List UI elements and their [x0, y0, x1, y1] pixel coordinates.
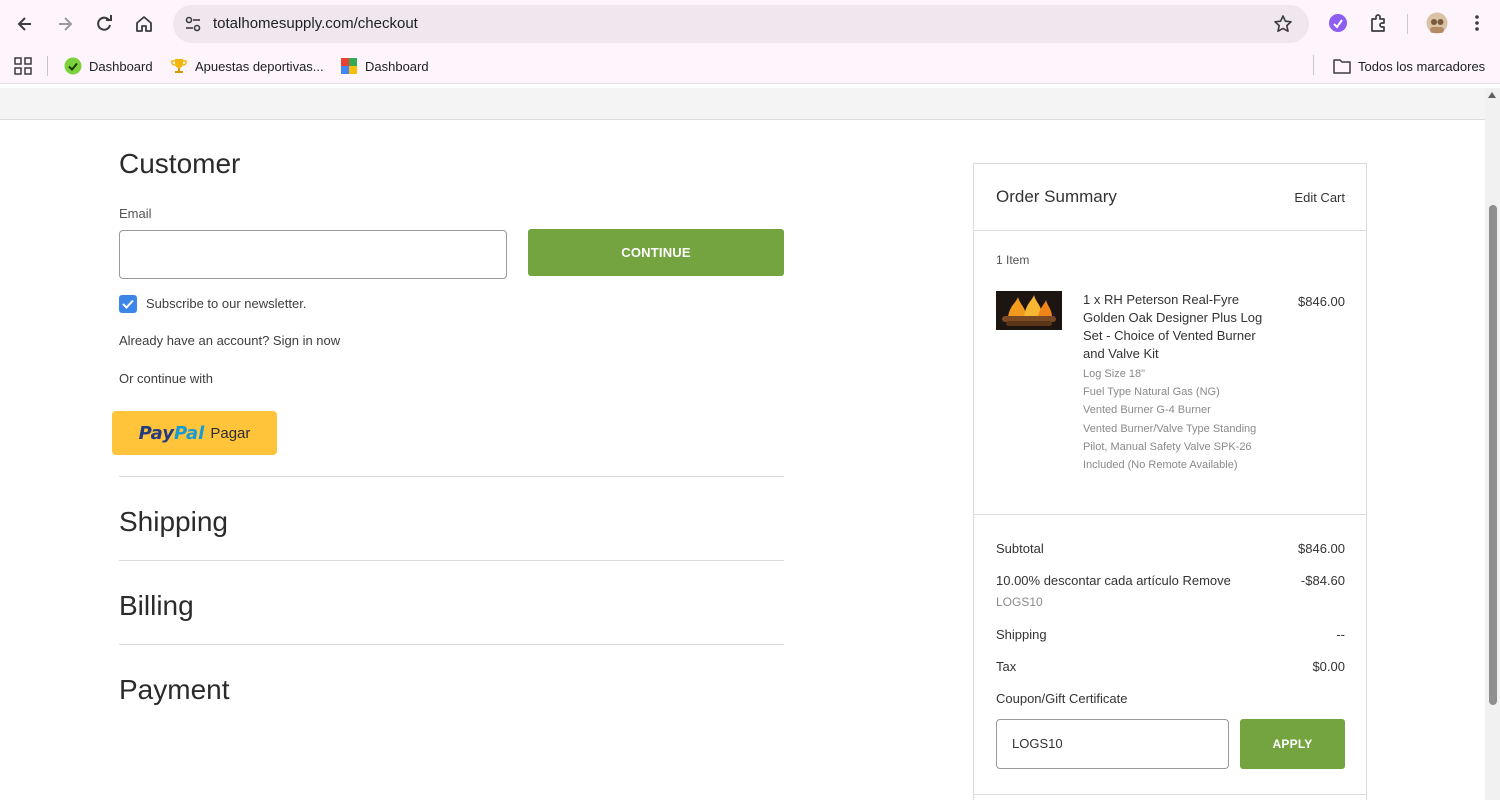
- home-button[interactable]: [129, 9, 159, 39]
- trophy-icon: [170, 57, 188, 75]
- forward-arrow-icon: [59, 17, 73, 31]
- newsletter-checkbox[interactable]: [119, 295, 137, 313]
- customer-heading: Customer: [119, 148, 241, 179]
- scrollbar-thumb[interactable]: [1489, 205, 1497, 705]
- profile-avatar[interactable]: [1426, 12, 1448, 34]
- checkmark-icon: [122, 299, 134, 309]
- bookmark-dashboard-2[interactable]: Dashboard: [340, 56, 429, 76]
- scroll-up-arrow-icon[interactable]: [1488, 92, 1496, 98]
- section-divider: [119, 476, 784, 477]
- product-options: Log Size 18" Fuel Type Natural Gas (NG) …: [1083, 365, 1263, 474]
- order-summary-title: Order Summary: [996, 187, 1117, 206]
- coupon-label: Coupon/Gift Certificate: [996, 691, 1128, 706]
- apps-grid-icon: [14, 57, 32, 75]
- bookmark-star-icon[interactable]: [1273, 14, 1293, 34]
- site-settings-icon[interactable]: [183, 14, 203, 34]
- subtotal-label: Subtotal: [996, 541, 1044, 556]
- bookmark-divider: [47, 56, 48, 76]
- section-divider: [119, 560, 784, 561]
- continue-button[interactable]: CONTINUE: [528, 229, 784, 276]
- home-icon: [136, 16, 152, 32]
- section-divider: [119, 644, 784, 645]
- coupon-input[interactable]: LOGS10: [996, 719, 1229, 769]
- payment-heading[interactable]: Payment: [119, 674, 230, 706]
- newsletter-label[interactable]: Subscribe to our newsletter.: [146, 296, 306, 311]
- product-option: Fuel Type Natural Gas (NG): [1083, 386, 1220, 399]
- browser-toolbar: totalhomesupply.com/checkout: [0, 0, 1500, 48]
- tax-value: $0.00: [1312, 659, 1345, 674]
- discount-code: LOGS10: [996, 595, 1043, 609]
- back-arrow-icon: [17, 17, 31, 31]
- email-label: Email: [119, 206, 152, 221]
- page-header-band: [0, 88, 1485, 120]
- summary-divider: [974, 514, 1366, 515]
- bookmark-label: Dashboard: [365, 58, 429, 74]
- bookmarks-bar: Dashboard Apuestas deportivas... Dashboa…: [0, 48, 1500, 84]
- summary-divider: [974, 230, 1366, 231]
- address-bar[interactable]: totalhomesupply.com/checkout: [173, 5, 1309, 43]
- product-option: Log Size 18": [1083, 368, 1146, 380]
- paypal-pagar-label: Pagar: [210, 424, 251, 442]
- browser-menu-icon[interactable]: [1466, 12, 1488, 34]
- url-text: totalhomesupply.com/checkout: [213, 15, 418, 32]
- product-name: 1 x RH Peterson Real-Fyre Golden Oak Des…: [1083, 292, 1263, 361]
- extensions-puzzle-icon[interactable]: [1367, 12, 1389, 34]
- shipping-label: Shipping: [996, 627, 1047, 642]
- bookmark-label: Dashboard: [89, 58, 153, 74]
- paypal-logo: PayPal: [138, 422, 205, 444]
- discount-value: -$84.60: [1300, 573, 1345, 588]
- edit-cart-link[interactable]: Edit Cart: [1294, 190, 1345, 205]
- reload-icon: [97, 15, 112, 31]
- product-price: $846.00: [1298, 294, 1345, 309]
- sign-in-text[interactable]: Already have an account? Sign in now: [119, 333, 340, 348]
- apply-coupon-button[interactable]: APPLY: [1240, 719, 1345, 769]
- extension-purple-icon[interactable]: [1327, 12, 1349, 34]
- product-option: Vented Burner/Valve Type Standing Pilot,…: [1083, 422, 1257, 472]
- discount-label[interactable]: 10.00% descontar cada artículo Remove: [996, 573, 1231, 588]
- forward-button[interactable]: [50, 9, 80, 39]
- folder-icon: [1333, 57, 1351, 75]
- product-thumbnail: [996, 291, 1062, 330]
- items-count: 1 Item: [996, 253, 1030, 267]
- back-button[interactable]: [10, 9, 40, 39]
- green-check-icon: [64, 57, 82, 75]
- summary-divider: [974, 794, 1366, 795]
- page-scrollbar[interactable]: [1485, 88, 1500, 800]
- all-bookmarks-label: Todos los marcadores: [1358, 58, 1486, 74]
- bookmark-dashboard-1[interactable]: Dashboard: [64, 56, 153, 76]
- all-bookmarks-folder[interactable]: Todos los marcadores: [1333, 56, 1485, 76]
- colorful-app-icon: [340, 57, 358, 75]
- order-summary-panel: Order Summary Edit Cart 1 Item 1 x RH Pe…: [973, 163, 1367, 800]
- email-input[interactable]: [119, 230, 507, 279]
- toolbar-divider: [1407, 14, 1408, 34]
- bookmark-label: Apuestas deportivas...: [195, 58, 324, 74]
- bookmark-apuestas[interactable]: Apuestas deportivas...: [170, 56, 324, 76]
- bookmark-divider: [1313, 55, 1314, 75]
- paypal-button[interactable]: PayPal Pagar: [112, 411, 277, 455]
- apps-grid-button[interactable]: [14, 56, 32, 76]
- billing-heading[interactable]: Billing: [119, 590, 194, 622]
- shipping-value: --: [1336, 627, 1345, 642]
- reload-button[interactable]: [89, 9, 119, 39]
- tax-label: Tax: [996, 659, 1017, 674]
- subtotal-value: $846.00: [1298, 541, 1345, 556]
- or-continue-text: Or continue with: [119, 371, 213, 386]
- product-option: Vented Burner G-4 Burner: [1083, 404, 1211, 417]
- shipping-heading[interactable]: Shipping: [119, 506, 228, 538]
